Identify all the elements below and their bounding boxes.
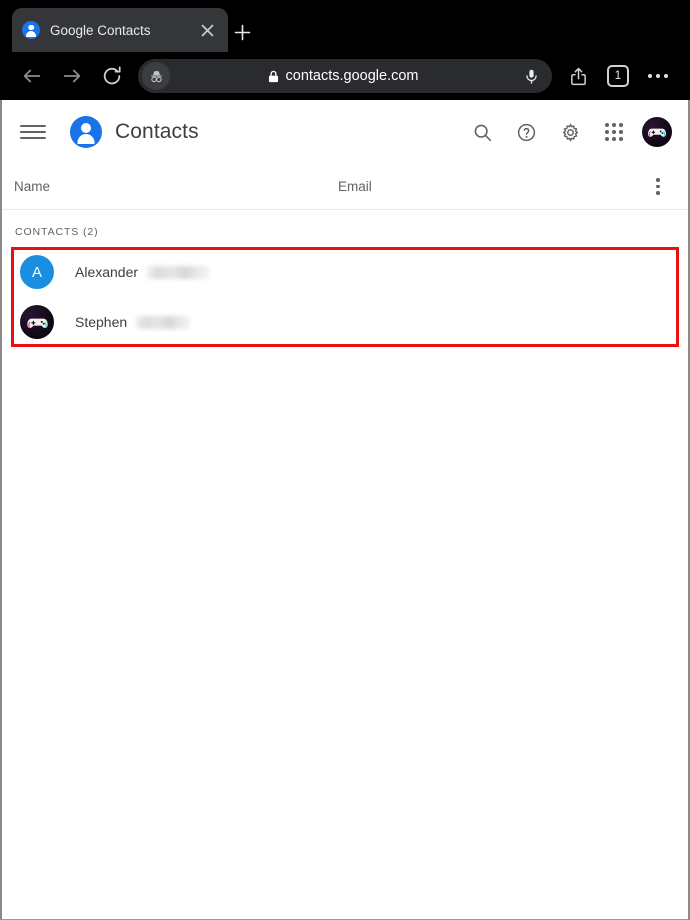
contacts-section-label: CONTACTS (2) [15, 226, 99, 238]
browser-chrome: Google Contacts contacts.google.com 1 [0, 0, 690, 100]
back-arrow-icon[interactable] [12, 57, 52, 95]
contacts-list: A Alexander Stephen [11, 247, 679, 347]
help-question-icon[interactable] [506, 112, 546, 152]
gear-icon[interactable] [550, 112, 590, 152]
google-contacts-favicon-icon [22, 21, 40, 39]
table-row[interactable]: A Alexander [11, 247, 679, 297]
browser-tab[interactable]: Google Contacts [12, 8, 228, 52]
lock-icon [268, 70, 279, 83]
page-title: Contacts [115, 120, 199, 143]
contact-name: Stephen [75, 314, 191, 330]
three-dot-glyph [647, 73, 669, 79]
tab-count-value: 1 [607, 65, 629, 87]
search-icon[interactable] [462, 112, 502, 152]
tab-title: Google Contacts [50, 22, 151, 38]
redacted-last-name [147, 265, 210, 279]
microphone-icon[interactable] [516, 61, 546, 91]
share-icon[interactable] [558, 57, 598, 95]
forward-arrow-icon[interactable] [52, 57, 92, 95]
tab-count-button[interactable]: 1 [598, 57, 638, 95]
close-icon[interactable] [196, 19, 218, 41]
contact-name: Alexander [75, 264, 210, 280]
avatar: A [20, 255, 54, 289]
reload-icon[interactable] [92, 57, 132, 95]
contact-first-name: Alexander [75, 264, 139, 280]
column-header-email: Email [338, 179, 372, 194]
table-row[interactable]: Stephen [11, 297, 679, 347]
table-more-menu-icon[interactable] [644, 171, 672, 203]
avatar [20, 305, 54, 339]
web-page-content: Contacts Name Email CONTACTS (2) A Alexa… [0, 100, 690, 920]
contacts-logo-icon [70, 116, 102, 148]
incognito-icon [142, 62, 170, 90]
url-display: contacts.google.com [170, 68, 516, 84]
tab-strip: Google Contacts [0, 0, 690, 52]
browser-menu-icon[interactable] [638, 57, 678, 95]
column-header-name: Name [14, 179, 51, 194]
url-text: contacts.google.com [285, 68, 419, 84]
table-column-header: Name Email [2, 164, 688, 210]
apps-grid-glyph [605, 123, 623, 141]
apps-grid-icon[interactable] [594, 112, 634, 152]
redacted-last-name [136, 315, 191, 329]
contact-first-name: Stephen [75, 314, 128, 330]
address-bar[interactable]: contacts.google.com [138, 59, 552, 93]
account-avatar[interactable] [642, 117, 672, 147]
contacts-app-header: Contacts [2, 100, 688, 164]
new-tab-button[interactable] [230, 20, 254, 44]
hamburger-menu-icon[interactable] [20, 119, 46, 145]
three-dot-glyph [656, 178, 660, 195]
browser-toolbar: contacts.google.com 1 [0, 52, 690, 100]
